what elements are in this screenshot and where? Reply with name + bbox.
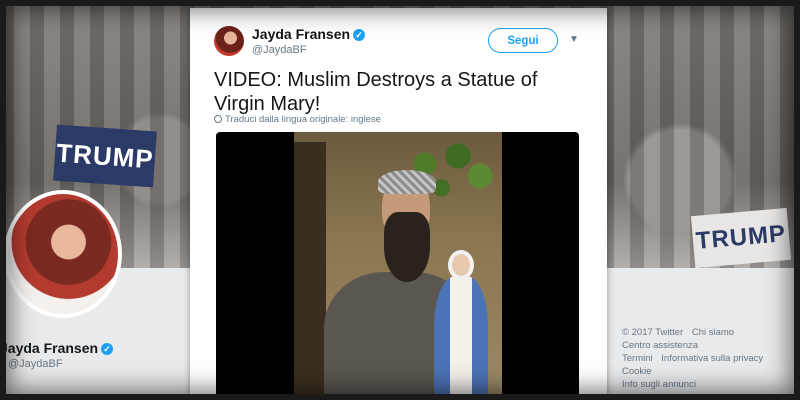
footer-link-terms[interactable]: Termini (622, 353, 653, 364)
verified-badge-icon: ✓ (353, 29, 366, 42)
profile-avatar[interactable] (4, 190, 122, 318)
profile-handle[interactable]: @JaydaBF (8, 358, 63, 370)
profile-name[interactable]: Jayda Fransen ✓ (0, 340, 114, 356)
globe-icon (214, 115, 222, 123)
video-statue (432, 250, 490, 400)
banner-sign-left: TRUMP (53, 124, 157, 188)
chevron-down-icon[interactable]: ▼ (568, 34, 580, 46)
video-man-hat (378, 170, 436, 194)
tweet-author-handle[interactable]: @JaydaBF (252, 44, 307, 56)
banner-sign-right: TRUMP (690, 207, 792, 269)
footer-link-cookie[interactable]: Cookie (622, 366, 652, 377)
footer-links: © 2017 Twitter Chi siamo Centro assisten… (622, 326, 800, 391)
follow-button[interactable]: Segui (488, 28, 558, 53)
translate-label: Traduci dalla lingua originale: inglese (225, 114, 381, 125)
profile-name-text: Jayda Fransen (0, 340, 99, 356)
video-man-beard (384, 212, 430, 282)
footer-copyright: © 2017 Twitter (622, 327, 684, 338)
footer-link-ads[interactable]: Info sugli annunci (622, 379, 696, 390)
footer-link-help[interactable]: Centro assistenza (622, 340, 698, 351)
tweet-card: Jayda Fransen ✓ @JaydaBF Segui ▼ VIDEO: M… (190, 8, 607, 400)
footer-link-privacy[interactable]: Informativa sulla privacy (661, 353, 763, 364)
translate-link[interactable]: Traduci dalla lingua originale: inglese (214, 114, 381, 125)
tweet-text: VIDEO: Muslim Destroys a Statue of Virgi… (214, 69, 538, 115)
video-frame (294, 132, 502, 400)
statue-head (448, 250, 474, 280)
video-player[interactable] (216, 132, 579, 400)
statue-robe (434, 276, 488, 400)
tweet-author-name[interactable]: Jayda Fransen ✓ (252, 26, 366, 42)
tweet-author-avatar[interactable] (214, 26, 244, 56)
tweet-author-name-text: Jayda Fransen (252, 26, 351, 42)
video-door (294, 142, 326, 400)
verified-badge-icon: ✓ (101, 343, 114, 356)
footer-link-about[interactable]: Chi siamo (692, 327, 734, 338)
